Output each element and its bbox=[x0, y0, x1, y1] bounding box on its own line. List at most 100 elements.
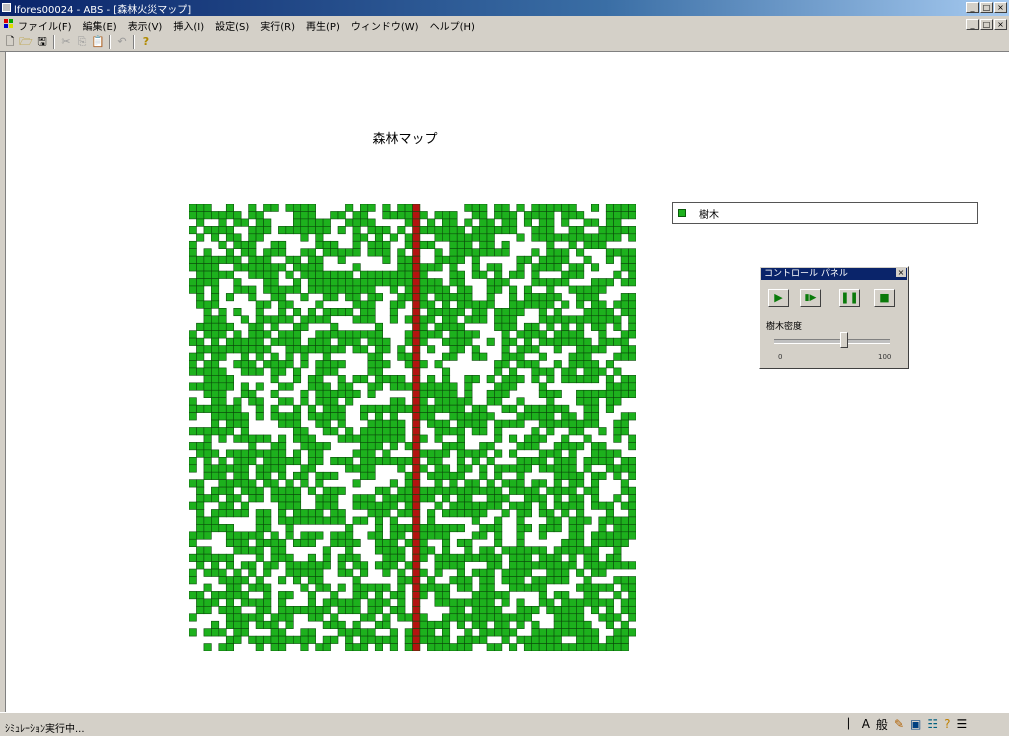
control-panel-close-button[interactable]: × bbox=[896, 268, 906, 277]
tree-cell bbox=[613, 464, 622, 473]
stop-button[interactable]: ■ bbox=[874, 289, 895, 307]
tree-cell bbox=[345, 598, 354, 607]
cut-icon[interactable]: ✂ bbox=[59, 35, 73, 49]
tree-cell bbox=[233, 464, 242, 473]
tree-cell bbox=[538, 531, 547, 540]
tree-cell bbox=[293, 568, 302, 577]
minimize-button[interactable]: _ bbox=[966, 2, 979, 13]
control-panel-title[interactable]: コントロール パネル bbox=[761, 268, 907, 280]
tray-brush-icon[interactable]: ✎ bbox=[894, 717, 904, 731]
forest-map-grid[interactable] bbox=[189, 204, 636, 651]
tree-cell bbox=[211, 226, 220, 235]
tree-cell bbox=[471, 613, 480, 622]
tree-cell bbox=[263, 360, 272, 369]
close-button[interactable]: × bbox=[994, 2, 1007, 13]
tree-cell bbox=[449, 643, 458, 651]
tree-cell bbox=[546, 322, 555, 331]
tree-cell bbox=[374, 457, 383, 466]
tree-cell bbox=[561, 591, 570, 600]
pause-button[interactable]: ❚❚ bbox=[839, 289, 860, 307]
copy-icon[interactable]: ⎘ bbox=[75, 35, 89, 49]
tree-cell bbox=[486, 442, 495, 451]
tree-cell bbox=[561, 434, 570, 443]
ime-mode-a[interactable]: A bbox=[862, 717, 870, 731]
step-button[interactable]: ▮▶ bbox=[800, 289, 821, 307]
tree-cell bbox=[494, 494, 503, 503]
tree-cell bbox=[590, 419, 600, 428]
tree-cell bbox=[553, 471, 562, 480]
tree-cell bbox=[590, 561, 600, 570]
tree-cell bbox=[211, 509, 220, 518]
menu-settings[interactable]: 設定(S) bbox=[215, 18, 249, 33]
tree-cell bbox=[494, 486, 503, 495]
tree-cell bbox=[501, 591, 510, 600]
tree-cell bbox=[300, 471, 309, 480]
burning-cell bbox=[412, 561, 421, 570]
menu-insert[interactable]: 挿入(I) bbox=[173, 18, 204, 33]
open-folder-icon[interactable]: 🗁 bbox=[19, 35, 33, 49]
menu-window[interactable]: ウィンドウ(W) bbox=[351, 18, 419, 33]
mdi-minimize-button[interactable]: _ bbox=[966, 19, 979, 30]
new-file-icon[interactable]: 🗋 bbox=[3, 35, 17, 49]
density-slider-track[interactable] bbox=[774, 339, 890, 344]
tree-cell bbox=[315, 345, 324, 354]
menu-help[interactable]: ヘルプ(H) bbox=[430, 18, 475, 33]
tree-cell bbox=[218, 427, 227, 436]
menu-view[interactable]: 表示(V) bbox=[128, 18, 163, 33]
density-slider-thumb[interactable] bbox=[839, 332, 848, 348]
tree-cell bbox=[546, 285, 555, 294]
mdi-restore-button[interactable]: □ bbox=[980, 19, 993, 30]
tree-cell bbox=[389, 419, 398, 428]
tree-cell bbox=[196, 442, 205, 451]
tree-cell bbox=[553, 486, 562, 495]
mdi-close-button[interactable]: × bbox=[994, 19, 1007, 30]
tray-tool-icon[interactable]: ▣ bbox=[910, 717, 921, 731]
tree-cell bbox=[605, 531, 614, 540]
tree-cell bbox=[590, 591, 600, 600]
tree-cell bbox=[576, 620, 585, 629]
tree-cell bbox=[494, 322, 503, 331]
tree-cell bbox=[255, 643, 264, 651]
help-icon[interactable]: ? bbox=[139, 35, 153, 49]
tree-cell bbox=[278, 635, 287, 644]
tree-cell bbox=[315, 471, 324, 480]
tray-dictionary-icon[interactable]: ☷ bbox=[927, 717, 938, 731]
tree-cell bbox=[270, 389, 279, 398]
tray-help-icon[interactable]: ? bbox=[944, 717, 950, 731]
tree-cell bbox=[240, 345, 249, 354]
play-button[interactable]: ▶ bbox=[768, 289, 789, 307]
tree-cell bbox=[434, 434, 443, 443]
tray-settings-icon[interactable]: ☰ bbox=[956, 717, 967, 731]
maximize-button[interactable]: □ bbox=[980, 2, 993, 13]
tree-cell bbox=[501, 322, 510, 331]
tree-cell bbox=[449, 218, 458, 227]
tree-cell bbox=[248, 263, 257, 272]
document-icon[interactable] bbox=[4, 19, 14, 29]
menu-playback[interactable]: 再生(P) bbox=[306, 18, 340, 33]
tree-cell bbox=[628, 501, 636, 510]
undo-icon[interactable]: ↶ bbox=[115, 35, 129, 49]
tree-cell bbox=[605, 635, 614, 644]
menu-file[interactable]: ファイル(F) bbox=[18, 18, 72, 33]
tree-cell bbox=[531, 375, 540, 384]
menu-edit[interactable]: 編集(E) bbox=[83, 18, 117, 33]
tree-cell bbox=[605, 553, 614, 562]
tree-cell bbox=[538, 561, 547, 570]
tree-cell bbox=[516, 442, 525, 451]
menu-run[interactable]: 実行(R) bbox=[260, 18, 295, 33]
tree-cell bbox=[531, 583, 540, 592]
ime-icon[interactable]: ▏ bbox=[848, 719, 856, 730]
tree-cell bbox=[486, 583, 495, 592]
ime-mode-kanji[interactable]: 般 bbox=[876, 716, 888, 733]
tree-cell bbox=[531, 427, 540, 436]
paste-icon[interactable]: 📋 bbox=[91, 35, 105, 49]
tree-cell bbox=[546, 211, 555, 220]
tree-cell bbox=[352, 605, 361, 615]
control-panel[interactable]: コントロール パネル × ▶ ▮▶ ❚❚ ■ 樹木密度 0 100 bbox=[759, 266, 909, 369]
tree-cell bbox=[300, 509, 309, 518]
tree-cell bbox=[427, 643, 436, 651]
app-icon[interactable] bbox=[2, 3, 11, 12]
tree-cell bbox=[389, 457, 398, 466]
tree-cell bbox=[434, 479, 443, 488]
save-icon[interactable]: 🖫 bbox=[35, 35, 49, 49]
